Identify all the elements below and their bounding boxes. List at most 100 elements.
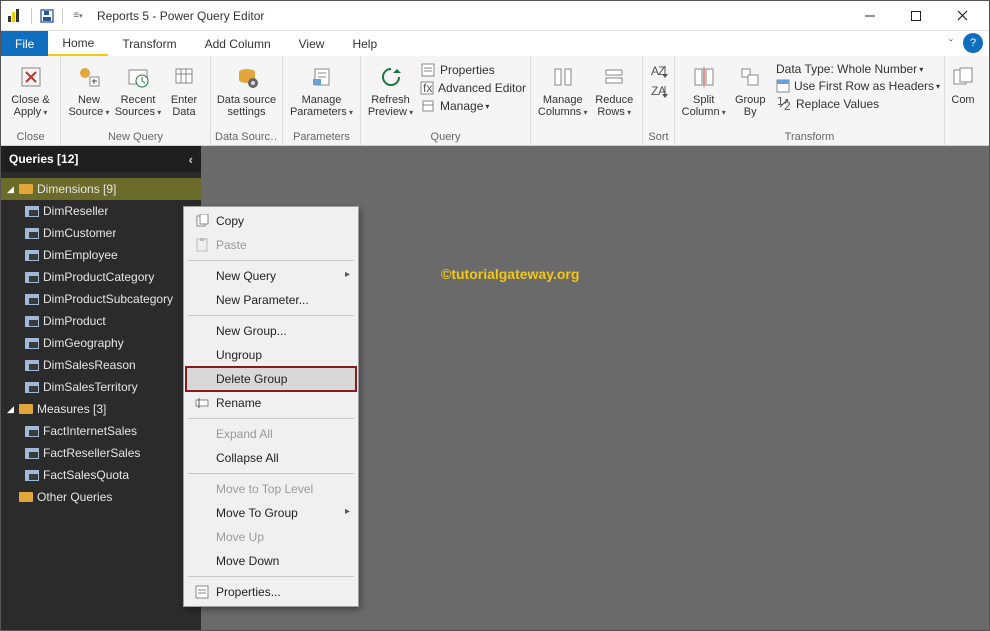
- data-source-settings-button[interactable]: Data source settings: [215, 58, 278, 126]
- group-label-managecols: [535, 129, 638, 145]
- ctx-delete-group[interactable]: Delete Group: [186, 367, 356, 391]
- table-icon: [25, 228, 39, 239]
- tab-home[interactable]: Home: [48, 31, 108, 56]
- query-dimsalesterritory[interactable]: DimSalesTerritory: [1, 376, 201, 398]
- separator: [31, 8, 32, 24]
- properties-icon: [192, 584, 212, 600]
- table-icon: [25, 470, 39, 481]
- query-dimproductsubcategory[interactable]: DimProductSubcategory: [1, 288, 201, 310]
- qat-dropdown-icon[interactable]: ≡▾: [67, 5, 89, 27]
- manage-button[interactable]: Manage▾: [416, 97, 526, 115]
- app-icon: [5, 7, 23, 25]
- copy-icon: [192, 213, 212, 229]
- folder-dimensions[interactable]: ◢ Dimensions [9]: [1, 178, 201, 200]
- replace-values-button[interactable]: 12Replace Values: [772, 95, 940, 113]
- ctx-new-parameter[interactable]: New Parameter...: [186, 288, 356, 312]
- manage-parameters-button[interactable]: Manage Parameters: [287, 58, 356, 126]
- table-icon: [25, 426, 39, 437]
- ctx-expand-all: Expand All: [186, 422, 356, 446]
- query-dimproduct[interactable]: DimProduct: [1, 310, 201, 332]
- properties-button[interactable]: Properties: [416, 61, 526, 79]
- tab-help[interactable]: Help: [338, 31, 391, 56]
- tab-file[interactable]: File: [1, 31, 48, 56]
- context-menu: Copy Paste New Query New Parameter... Ne…: [183, 206, 359, 607]
- ctx-ungroup[interactable]: Ungroup: [186, 343, 356, 367]
- save-icon[interactable]: [36, 5, 58, 27]
- ctx-move-down[interactable]: Move Down: [186, 549, 356, 573]
- query-dimcustomer[interactable]: DimCustomer: [1, 222, 201, 244]
- ctx-copy[interactable]: Copy: [186, 209, 356, 233]
- query-dimproductcategory[interactable]: DimProductCategory: [1, 266, 201, 288]
- query-dimemployee[interactable]: DimEmployee: [1, 244, 201, 266]
- tab-add-column[interactable]: Add Column: [191, 31, 285, 56]
- tab-view[interactable]: View: [285, 31, 339, 56]
- window-title: Reports 5 - Power Query Editor: [97, 9, 264, 23]
- query-factresellersales[interactable]: FactResellerSales: [1, 442, 201, 464]
- close-apply-button[interactable]: Close & Apply: [5, 58, 56, 126]
- group-label-newquery: New Query: [65, 129, 206, 145]
- paste-icon: [192, 237, 212, 253]
- folder-other-queries[interactable]: Other Queries: [1, 486, 201, 508]
- main-area: Queries [12] ‹ ◢ Dimensions [9] DimResel…: [1, 146, 989, 630]
- combine-button[interactable]: Com: [949, 58, 977, 126]
- query-factsalesquota[interactable]: FactSalesQuota: [1, 464, 201, 486]
- ribbon-collapse-icon[interactable]: ˇ: [941, 31, 961, 56]
- table-icon: [25, 206, 39, 217]
- tab-transform[interactable]: Transform: [108, 31, 190, 56]
- close-button[interactable]: [939, 1, 985, 31]
- table-icon: [25, 272, 39, 283]
- group-by-button[interactable]: Group By: [728, 58, 772, 126]
- table-icon: [25, 382, 39, 393]
- ctx-move-group[interactable]: Move To Group: [186, 501, 356, 525]
- group-label-query: Query: [365, 129, 526, 145]
- query-dimreseller[interactable]: DimReseller: [1, 200, 201, 222]
- maximize-button[interactable]: [893, 1, 939, 31]
- sort-asc-icon[interactable]: AZ: [650, 64, 668, 78]
- reduce-rows-button[interactable]: Reduce Rows: [590, 58, 638, 126]
- collapse-pane-icon[interactable]: ‹: [189, 152, 193, 167]
- group-label-datasource: Data Sourc…: [215, 129, 278, 145]
- manage-columns-button[interactable]: Manage Columns: [535, 58, 590, 126]
- ctx-move-top: Move to Top Level: [186, 477, 356, 501]
- sort-desc-icon[interactable]: ZA: [650, 84, 668, 98]
- queries-pane: Queries [12] ‹ ◢ Dimensions [9] DimResel…: [1, 146, 201, 630]
- ctx-new-group[interactable]: New Group...: [186, 319, 356, 343]
- query-factinternetsales[interactable]: FactInternetSales: [1, 420, 201, 442]
- group-label-params: Parameters: [287, 129, 356, 145]
- recent-sources-button[interactable]: Recent Sources: [113, 58, 163, 126]
- advanced-editor-button[interactable]: fxAdvanced Editor: [416, 79, 526, 97]
- ctx-move-up: Move Up: [186, 525, 356, 549]
- group-label-close: Close: [5, 129, 56, 145]
- watermark: ©tutorialgateway.org: [441, 266, 579, 282]
- folder-icon: [19, 404, 33, 414]
- data-type-button[interactable]: Data Type: Whole Number▾: [772, 61, 940, 77]
- enter-data-button[interactable]: Enter Data: [163, 58, 205, 126]
- group-label-sort: Sort: [647, 129, 670, 145]
- table-icon: [25, 338, 39, 349]
- minimize-button[interactable]: [847, 1, 893, 31]
- query-dimgeography[interactable]: DimGeography: [1, 332, 201, 354]
- svg-text:fx: fx: [423, 81, 432, 95]
- queries-tree: ◢ Dimensions [9] DimReseller DimCustomer…: [1, 172, 201, 514]
- ribbon: Close & Apply Close New Source Recent So…: [1, 56, 989, 146]
- ctx-properties[interactable]: Properties...: [186, 580, 356, 604]
- ctx-new-query[interactable]: New Query: [186, 264, 356, 288]
- help-icon[interactable]: ?: [963, 33, 983, 53]
- folder-icon: [19, 492, 33, 502]
- table-icon: [25, 294, 39, 305]
- folder-measures[interactable]: ◢ Measures [3]: [1, 398, 201, 420]
- table-icon: [25, 316, 39, 327]
- new-source-button[interactable]: New Source: [65, 58, 113, 126]
- ctx-collapse-all[interactable]: Collapse All: [186, 446, 356, 470]
- first-row-headers-button[interactable]: Use First Row as Headers▾: [772, 77, 940, 95]
- ctx-rename[interactable]: Rename: [186, 391, 356, 415]
- folder-icon: [19, 184, 33, 194]
- separator: [62, 8, 63, 24]
- split-column-button[interactable]: Split Column: [679, 58, 728, 126]
- queries-header[interactable]: Queries [12] ‹: [1, 146, 201, 172]
- table-icon: [25, 250, 39, 261]
- group-label-transform: Transform: [679, 129, 940, 145]
- menu-tabs: File Home Transform Add Column View Help…: [1, 31, 989, 56]
- query-dimsalesreason[interactable]: DimSalesReason: [1, 354, 201, 376]
- refresh-preview-button[interactable]: Refresh Preview: [365, 58, 416, 126]
